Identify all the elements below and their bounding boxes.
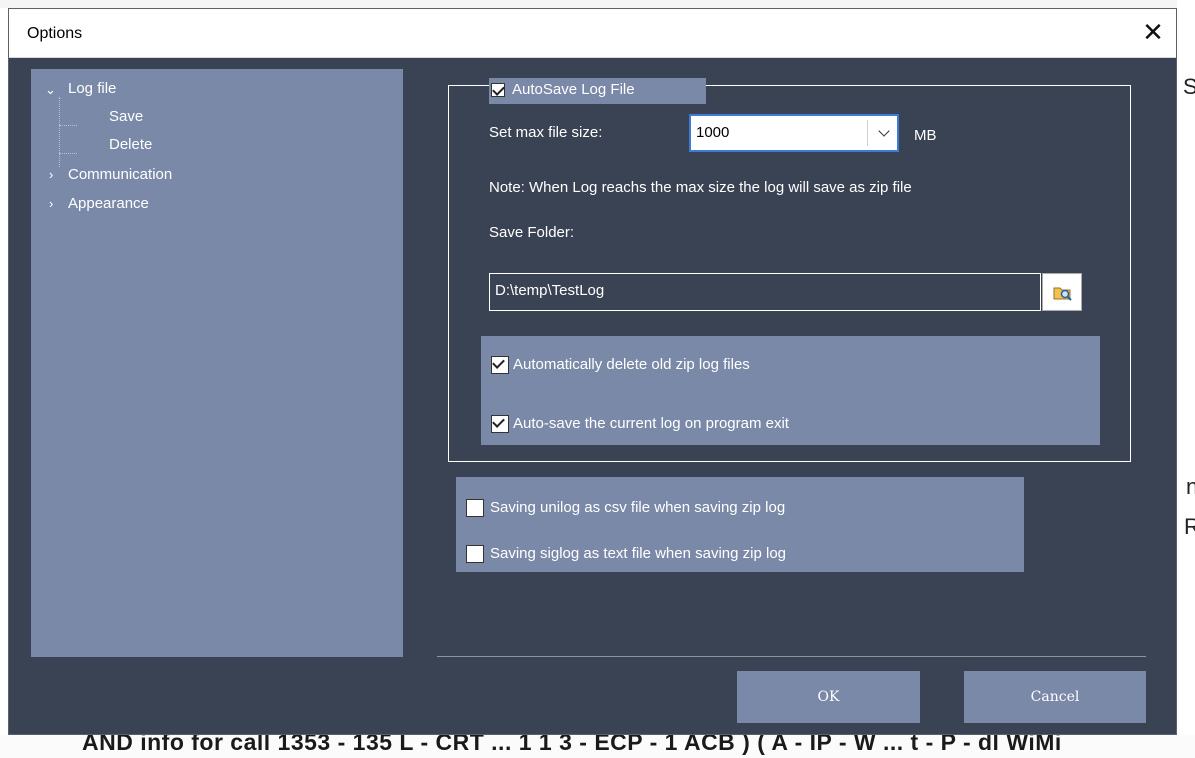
auto-delete-label: Automatically delete old zip log files [513, 356, 750, 373]
max-size-combobox[interactable]: 1000 [689, 114, 899, 152]
folder-search-icon [1053, 287, 1072, 301]
autosave-label: AutoSave Log File [512, 81, 635, 98]
checkbox-unchecked-icon[interactable] [466, 545, 484, 563]
background-text-fragment: R [1184, 514, 1195, 539]
chevron-right-icon[interactable]: › [49, 196, 53, 211]
checkbox-checked-icon[interactable] [491, 415, 509, 433]
extra-options-panel: Saving unilog as csv file when saving zi… [456, 477, 1024, 572]
cancel-button[interactable]: Cancel [964, 671, 1146, 723]
save-folder-value: D:\temp\TestLog [495, 282, 605, 299]
browse-folder-button[interactable] [1042, 273, 1082, 311]
background-bottom-text: AND info for call 1353 - 135 L - CRT ...… [82, 735, 1062, 755]
close-button[interactable]: ✕ [1130, 9, 1176, 57]
background-window-bottom: AND info for call 1353 - 135 L - CRT ...… [0, 735, 1195, 758]
tree-item-delete[interactable]: Delete [109, 136, 152, 153]
footer-divider [437, 656, 1146, 657]
tree-item-communication[interactable]: Communication [68, 166, 172, 183]
max-size-value: 1000 [696, 124, 730, 141]
options-tree: ⌄ Log file Save Delete › Communication ›… [31, 69, 403, 657]
auto-save-exit-label: Auto-save the current log on program exi… [513, 415, 789, 432]
save-folder-input[interactable]: D:\temp\TestLog [489, 273, 1041, 311]
tree-connector [59, 153, 77, 154]
background-window-top [0, 0, 1177, 8]
tree-item-log-file[interactable]: Log file [68, 80, 116, 97]
chevron-down-icon[interactable] [878, 125, 890, 137]
autosave-checkbox[interactable]: AutoSave Log File [489, 78, 706, 104]
ok-button[interactable]: OK [737, 671, 920, 723]
siglog-text-checkbox[interactable]: Saving siglog as text file when saving z… [466, 545, 886, 563]
background-text-fragment: S [1183, 74, 1195, 99]
auto-save-exit-checkbox[interactable]: Auto-save the current log on program exi… [491, 415, 891, 433]
unilog-csv-label: Saving unilog as csv file when saving zi… [490, 499, 786, 516]
background-text-fragment: n [1186, 474, 1195, 499]
close-icon: ✕ [1142, 18, 1164, 48]
combo-separator [867, 120, 868, 146]
max-size-note: Note: When Log reachs the max size the l… [489, 179, 912, 196]
dialog-title: Options [27, 25, 83, 42]
tree-item-appearance[interactable]: Appearance [68, 195, 149, 212]
max-size-label: Set max file size: [489, 124, 603, 141]
chevron-right-icon[interactable]: › [49, 167, 53, 182]
dialog-titlebar[interactable]: Options ✕ [9, 9, 1176, 58]
chevron-down-icon[interactable]: ⌄ [45, 82, 56, 98]
checkbox-unchecked-icon[interactable] [466, 499, 484, 517]
tree-connector [59, 97, 60, 167]
background-window-right [1177, 0, 1195, 758]
auto-delete-checkbox[interactable]: Automatically delete old zip log files [491, 356, 851, 374]
unilog-csv-checkbox[interactable]: Saving unilog as csv file when saving zi… [466, 499, 886, 517]
max-size-unit: MB [914, 127, 937, 144]
siglog-text-label: Saving siglog as text file when saving z… [490, 545, 787, 562]
tree-item-save[interactable]: Save [109, 108, 143, 125]
checkbox-checked-icon[interactable] [491, 83, 505, 97]
save-folder-label: Save Folder: [489, 224, 575, 241]
autosave-options-panel: Automatically delete old zip log files A… [481, 336, 1100, 445]
checkbox-checked-icon[interactable] [491, 356, 509, 374]
tree-connector [59, 125, 77, 126]
